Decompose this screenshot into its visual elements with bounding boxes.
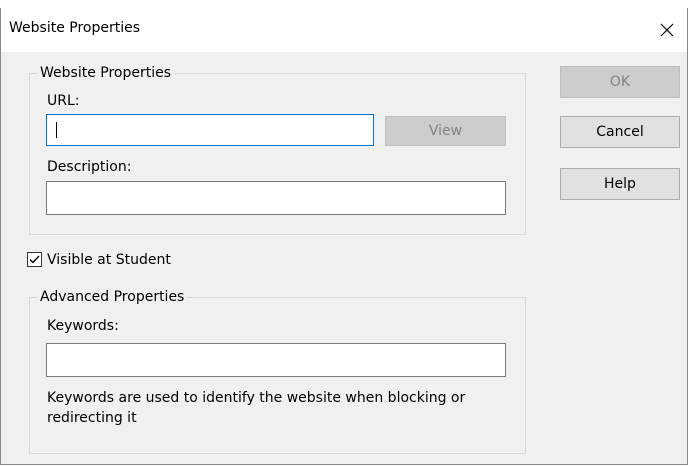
ok-button-label: OK — [609, 74, 631, 90]
keywords-hint: Keywords are used to identify the websit… — [47, 390, 466, 426]
text-caret — [56, 122, 57, 138]
help-button-label: Help — [604, 176, 636, 192]
url-input[interactable] — [46, 114, 374, 146]
cancel-button-label: Cancel — [596, 124, 644, 140]
url-label: URL: — [47, 93, 80, 109]
checkmark-icon — [29, 255, 40, 264]
visible-at-student-checkbox[interactable] — [27, 252, 42, 267]
close-button[interactable] — [647, 8, 687, 52]
visible-at-student-label[interactable]: Visible at Student — [47, 251, 171, 269]
website-properties-dialog: Website Properties Website Properties UR… — [0, 8, 688, 465]
close-icon — [660, 23, 674, 37]
keywords-input[interactable] — [46, 343, 506, 377]
view-button-label: View — [428, 123, 463, 139]
description-input[interactable] — [46, 181, 506, 215]
description-label: Description: — [47, 159, 132, 175]
advanced-properties-group-title: Advanced Properties — [37, 288, 188, 306]
ok-button[interactable]: OK — [560, 66, 680, 98]
keywords-label: Keywords: — [47, 318, 119, 334]
dialog-title: Website Properties — [9, 20, 141, 36]
background-window-strip — [0, 0, 688, 8]
cancel-button[interactable]: Cancel — [560, 116, 680, 148]
help-button[interactable]: Help — [560, 168, 680, 200]
website-properties-group-title: Website Properties — [37, 64, 175, 82]
view-button[interactable]: View — [385, 116, 506, 146]
title-bar: Website Properties — [1, 8, 687, 52]
